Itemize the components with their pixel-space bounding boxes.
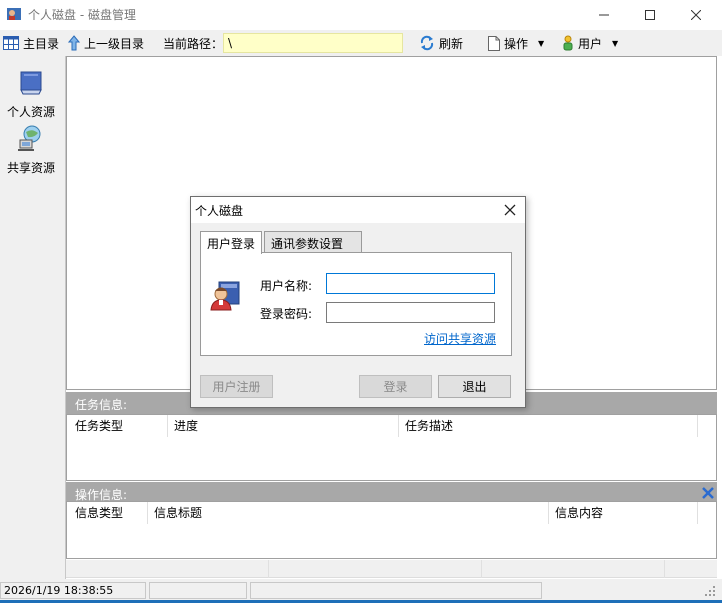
tab-user-login[interactable]: 用户登录 — [200, 231, 263, 254]
operation-menu-button[interactable]: 操作 ▼ — [488, 30, 544, 56]
operation-column-content[interactable]: 信息内容 — [555, 504, 603, 521]
path-label-text: 当前路径： — [163, 36, 224, 51]
shared-resources-link[interactable]: 访问共享资源 — [424, 330, 496, 347]
refresh-label: 刷新 — [439, 36, 464, 51]
dialog-title: 个人磁盘 — [195, 204, 244, 218]
exit-button[interactable]: 退出 — [438, 375, 511, 398]
window-title: 个人磁盘 - 磁盘管理 — [28, 8, 136, 22]
operation-column-title[interactable]: 信息标题 — [154, 504, 202, 521]
column-divider — [697, 415, 698, 437]
disk-icon — [20, 71, 42, 95]
task-column-type[interactable]: 任务类型 — [75, 417, 123, 434]
password-label: 登录密码: — [260, 307, 313, 321]
maximize-button[interactable] — [627, 0, 673, 30]
task-column-description[interactable]: 任务描述 — [405, 417, 453, 434]
register-button[interactable]: 用户注册 — [200, 375, 273, 398]
resize-grip-icon[interactable] — [704, 585, 716, 597]
user-label: 用户 — [578, 36, 603, 51]
task-column-progress[interactable]: 进度 — [174, 417, 198, 434]
up-directory-button[interactable]: 上一级目录 — [68, 30, 144, 56]
column-divider — [167, 415, 168, 437]
toolbar: 主目录 上一级目录 当前路径： 刷新 操作 ▼ 用户 ▼ — [0, 30, 722, 56]
password-input[interactable] — [326, 302, 495, 323]
sidebar-item-shared[interactable]: 共享资源 — [0, 122, 62, 176]
path-input[interactable] — [223, 33, 403, 53]
chevron-down-icon: ▼ — [538, 38, 545, 48]
home-button[interactable]: 主目录 — [3, 30, 59, 56]
user-menu-button[interactable]: 用户 ▼ — [562, 30, 618, 56]
tab-communication-settings[interactable]: 通讯参数设置 — [264, 231, 363, 253]
maximize-icon — [645, 10, 655, 20]
sidebar: 个人资源 共享资源 — [0, 56, 66, 579]
chevron-down-icon: ▼ — [612, 38, 619, 48]
column-divider — [481, 560, 482, 578]
close-button[interactable] — [673, 0, 719, 30]
dialog-close-button[interactable] — [495, 197, 525, 223]
username-input[interactable] — [326, 273, 495, 294]
app-icon — [7, 8, 21, 20]
login-button[interactable]: 登录 — [359, 375, 432, 398]
operation-label: 操作 — [504, 36, 529, 51]
title-bar: 个人磁盘 - 磁盘管理 — [0, 0, 722, 30]
grid-home-icon — [3, 36, 19, 50]
grid-footer-row — [66, 560, 717, 578]
minimize-button[interactable] — [581, 0, 627, 30]
task-table[interactable]: 任务类型 进度 任务描述 — [66, 414, 717, 481]
up-arrow-icon — [68, 35, 80, 51]
sidebar-item-label: 共享资源 — [6, 161, 55, 175]
operation-table[interactable]: 信息类型 信息标题 信息内容 — [66, 501, 717, 559]
home-label: 主目录 — [23, 36, 60, 51]
close-icon — [504, 204, 516, 216]
login-dialog: 个人磁盘 用户登录 通讯参数设置 用户名称: 登录密码: 访问共享资源 用户注册… — [190, 196, 526, 408]
path-label: 当前路径： — [163, 30, 223, 56]
operation-info-title: 操作信息: — [75, 488, 128, 502]
sidebar-item-label: 个人资源 — [6, 105, 55, 119]
minimize-icon — [599, 14, 609, 16]
refresh-icon — [420, 35, 434, 51]
shared-network-icon — [18, 125, 41, 151]
status-cell-empty — [149, 582, 247, 599]
close-icon — [691, 10, 701, 20]
column-divider — [398, 415, 399, 437]
column-divider — [548, 502, 549, 524]
close-panel-icon[interactable] — [701, 486, 715, 500]
username-label: 用户名称: — [260, 279, 313, 293]
document-icon — [488, 35, 500, 51]
dialog-title-bar: 个人磁盘 — [191, 197, 525, 223]
refresh-button[interactable]: 刷新 — [419, 30, 463, 56]
operation-column-type[interactable]: 信息类型 — [75, 504, 123, 521]
user-login-icon — [210, 281, 240, 311]
column-divider — [268, 560, 269, 578]
column-divider — [147, 502, 148, 524]
column-divider — [664, 560, 665, 578]
up-directory-label: 上一级目录 — [84, 36, 145, 51]
sidebar-item-personal[interactable]: 个人资源 — [0, 66, 62, 120]
user-icon — [563, 35, 573, 51]
status-cell-empty — [250, 582, 542, 599]
login-tab-panel: 用户名称: 登录密码: 访问共享资源 — [200, 252, 512, 356]
column-divider — [697, 502, 698, 524]
status-datetime: 2026/1/19 18:38:55 — [0, 582, 146, 599]
